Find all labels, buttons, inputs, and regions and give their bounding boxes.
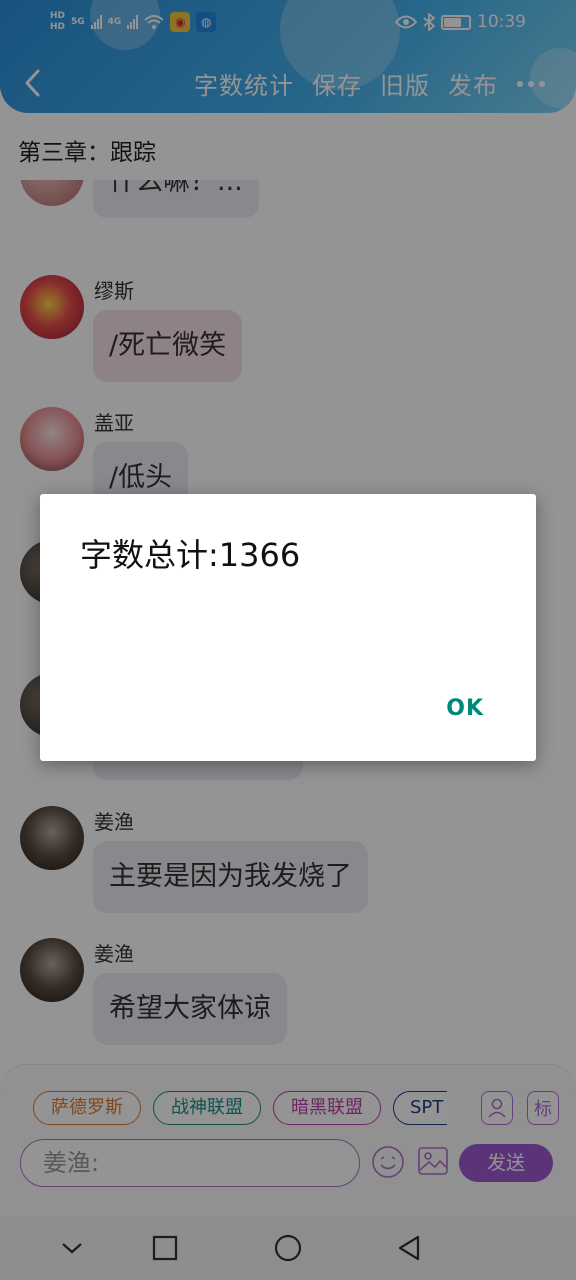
dialog-message: 字数总计:1366 bbox=[80, 536, 301, 574]
ok-button[interactable]: OK bbox=[446, 696, 484, 721]
word-count-dialog: 字数总计:1366 OK bbox=[40, 494, 536, 761]
